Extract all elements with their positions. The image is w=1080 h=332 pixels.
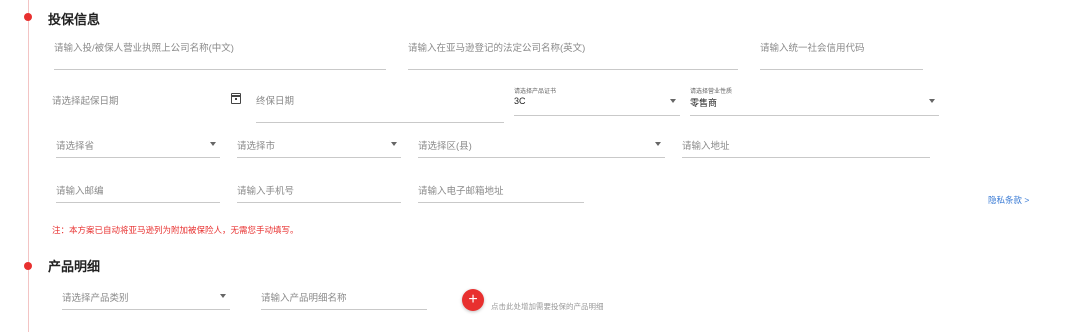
product-name-placeholder: 请输入产品明细名称 xyxy=(261,293,347,304)
city-placeholder: 请选择市 xyxy=(237,141,276,152)
company-en-input[interactable]: 请输入在亚马逊登记的法定公司名称(英文) xyxy=(408,40,738,70)
nature-label: 请选择营业性质 xyxy=(690,89,733,95)
product-name-input[interactable]: 请输入产品明细名称 xyxy=(261,290,427,310)
district-placeholder: 请选择区(县) xyxy=(418,141,472,152)
chevron-down-icon xyxy=(670,99,676,103)
category-select[interactable]: 请选择产品类别 xyxy=(62,290,230,310)
chevron-down-icon xyxy=(391,142,397,146)
credit-code-placeholder: 请输入统一社会信用代码 xyxy=(760,43,865,54)
cert-select[interactable]: 请选择产品证书 3C xyxy=(514,89,680,116)
postcode-placeholder: 请输入邮编 xyxy=(56,186,104,197)
company-en-placeholder: 请输入在亚马逊登记的法定公司名称(英文) xyxy=(408,43,586,54)
email-input[interactable]: 请输入电子邮箱地址 xyxy=(418,183,584,203)
section-dot xyxy=(24,262,32,270)
company-cn-input[interactable]: 请输入投/被保人营业执照上公司名称(中文) xyxy=(54,40,386,70)
city-select[interactable]: 请选择市 xyxy=(237,138,401,158)
end-date-placeholder: 终保日期 xyxy=(256,96,295,107)
add-product-button[interactable]: + xyxy=(462,289,484,311)
phone-placeholder: 请输入手机号 xyxy=(237,186,295,197)
province-placeholder: 请选择省 xyxy=(56,141,95,152)
address-placeholder: 请输入地址 xyxy=(682,141,730,152)
section-title-insured: 投保信息 xyxy=(48,12,101,27)
email-placeholder: 请输入电子邮箱地址 xyxy=(418,186,504,197)
chevron-down-icon xyxy=(210,142,216,146)
chevron-down-icon xyxy=(929,99,935,103)
address-input[interactable]: 请输入地址 xyxy=(682,138,930,158)
chevron-down-icon xyxy=(220,294,226,298)
section-title-products: 产品明细 xyxy=(48,259,101,274)
chevron-down-icon xyxy=(655,142,661,146)
company-cn-placeholder: 请输入投/被保人营业执照上公司名称(中文) xyxy=(54,43,234,54)
credit-code-input[interactable]: 请输入统一社会信用代码 xyxy=(760,40,923,70)
nature-select[interactable]: 请选择营业性质 零售商 xyxy=(690,89,939,116)
phone-input[interactable]: 请输入手机号 xyxy=(237,183,401,203)
postcode-input[interactable]: 请输入邮编 xyxy=(56,183,220,203)
cert-label: 请选择产品证书 xyxy=(514,89,557,95)
section-dot xyxy=(24,13,32,21)
cert-value: 3C xyxy=(514,96,526,106)
calendar-icon[interactable] xyxy=(231,93,241,104)
privacy-link[interactable]: 隐私条款 > xyxy=(988,194,1029,206)
auto-insured-note: 注：本方案已自动将亚马逊列为附加被保险人，无需您手动填写。 xyxy=(52,225,299,235)
add-product-hint: 点击此处增加需要投保的产品明细 xyxy=(491,302,604,311)
province-select[interactable]: 请选择省 xyxy=(56,138,220,158)
category-placeholder: 请选择产品类别 xyxy=(62,293,129,304)
end-date-input[interactable]: 终保日期 xyxy=(256,93,504,123)
timeline-line xyxy=(28,0,29,332)
start-date-placeholder: 请选择起保日期 xyxy=(52,96,119,107)
nature-value: 零售商 xyxy=(690,98,718,108)
start-date-input[interactable]: 请选择起保日期 xyxy=(52,93,217,123)
district-select[interactable]: 请选择区(县) xyxy=(418,138,665,158)
